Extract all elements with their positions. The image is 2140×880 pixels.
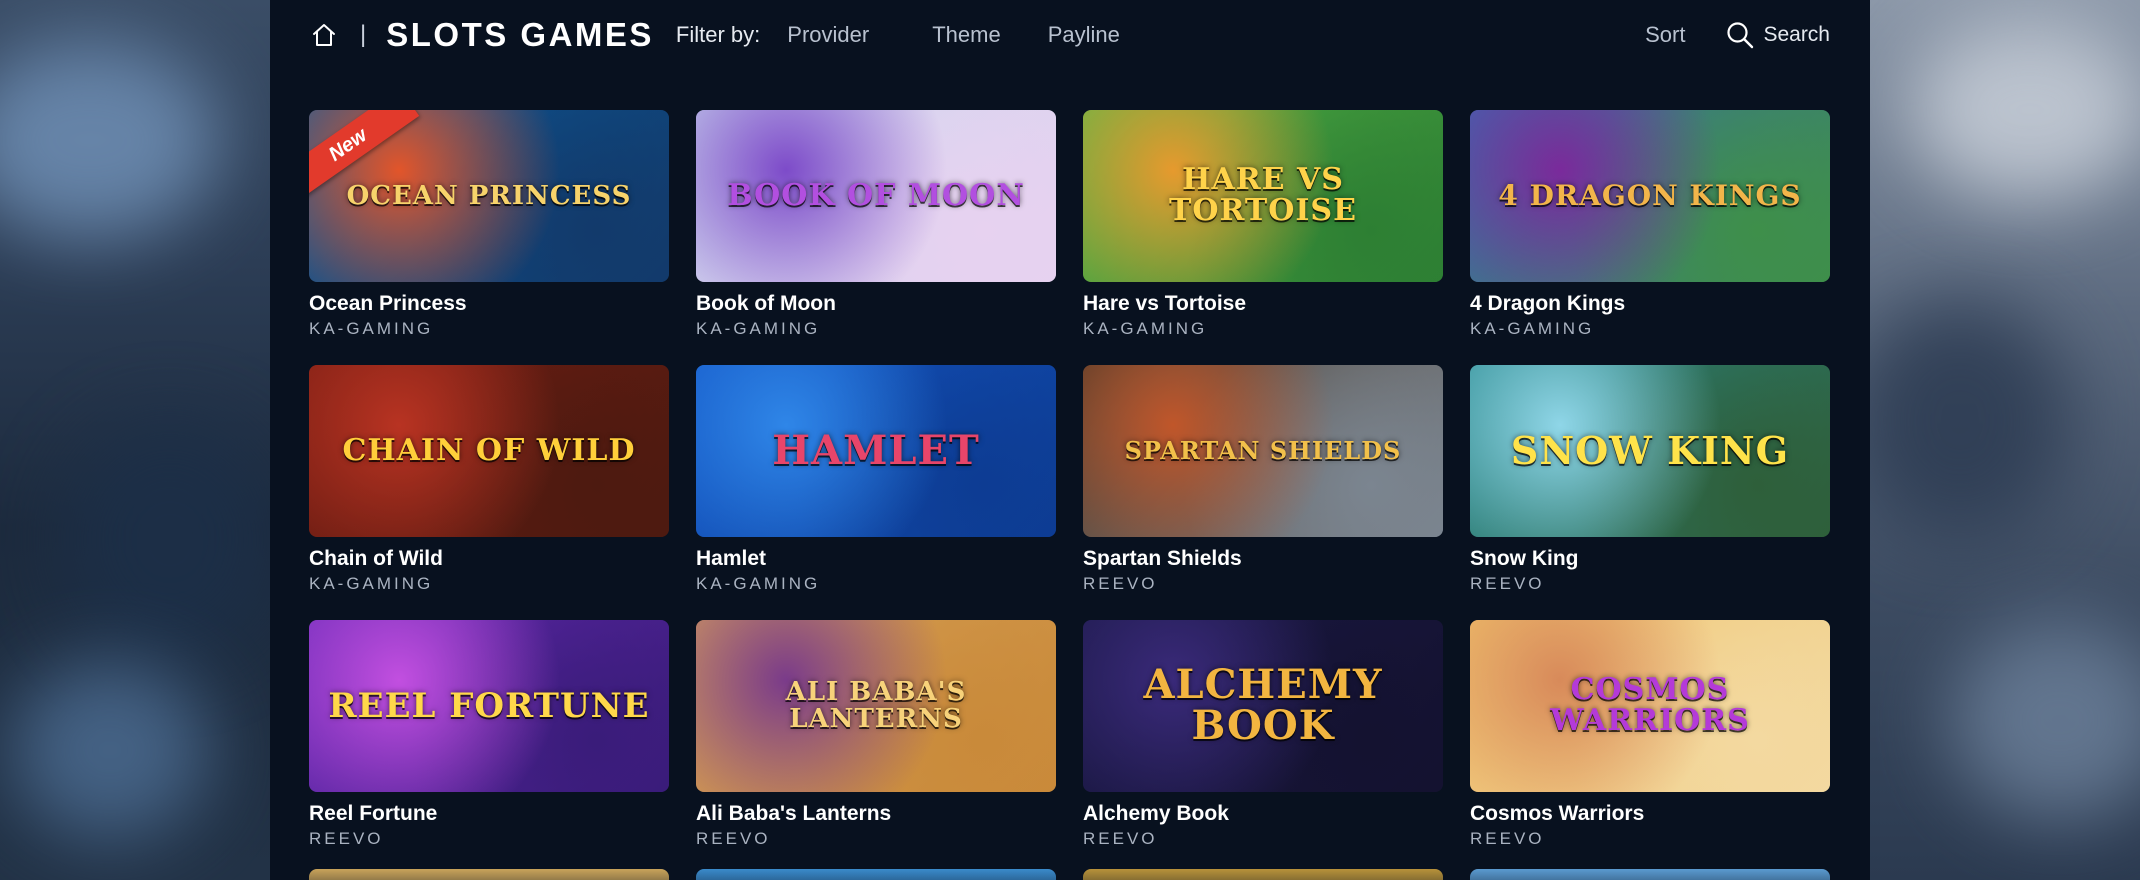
game-title[interactable]: Reel Fortune — [309, 802, 669, 826]
game-card[interactable]: Chain of Wild Chain of Wild KA-GAMING — [309, 365, 669, 594]
game-provider: KA-GAMING — [309, 574, 434, 593]
game-thumbnail-partial[interactable] — [1083, 869, 1443, 880]
sort-button[interactable]: Sort — [1645, 22, 1685, 48]
game-provider: REEVO — [1470, 829, 1545, 848]
game-thumbnail[interactable]: OCEAN PRINCESS New — [309, 110, 669, 282]
search-icon — [1727, 22, 1754, 49]
game-provider: KA-GAMING — [696, 319, 821, 338]
game-card[interactable]: COSMOS WARRIORS Cosmos Warriors REEVO — [1470, 620, 1830, 849]
game-title[interactable]: Hamlet — [696, 547, 1056, 571]
game-provider: KA-GAMING — [1470, 319, 1595, 338]
background-right — [1870, 0, 2140, 880]
game-thumbnail[interactable]: Ali Baba's Lanterns — [696, 620, 1056, 792]
game-card[interactable]: 4 DRAGON KINGS 4 Dragon Kings KA-GAMING — [1470, 110, 1830, 339]
game-thumbnail[interactable]: REEL FORTUNE — [309, 620, 669, 792]
game-logo: REEL FORTUNE — [328, 685, 650, 726]
game-card[interactable]: Book of Moon Book of Moon KA-GAMING — [696, 110, 1056, 339]
game-card[interactable]: OCEAN PRINCESS New Ocean Princess KA-GAMING — [309, 110, 669, 339]
game-thumbnail[interactable]: ALCHEMY BOOK — [1083, 620, 1443, 792]
game-logo: 4 DRAGON KINGS — [1498, 178, 1802, 212]
game-thumbnail[interactable]: HAMLET — [696, 365, 1056, 537]
game-card[interactable]: ALCHEMY BOOK Alchemy Book REEVO — [1083, 620, 1443, 849]
game-title[interactable]: Snow King — [1470, 547, 1830, 571]
game-provider: REEVO — [696, 829, 771, 848]
game-thumbnail[interactable]: Book of Moon — [696, 110, 1056, 282]
game-title[interactable]: Ali Baba's Lanterns — [696, 802, 1056, 826]
page-title: SLOTS GAMES — [386, 16, 654, 53]
game-thumbnail[interactable]: COSMOS WARRIORS — [1470, 620, 1830, 792]
game-logo: Ali Baba's Lanterns — [785, 677, 967, 734]
game-logo: HARE VS TORTOISE — [1169, 162, 1357, 228]
game-thumbnail-partial[interactable] — [696, 869, 1056, 880]
search-label: Search — [1763, 23, 1830, 46]
game-thumbnail[interactable]: SNOW KING — [1470, 365, 1830, 537]
game-thumbnail[interactable]: Chain of Wild — [309, 365, 669, 537]
game-title[interactable]: Ocean Princess — [309, 292, 669, 316]
game-provider: KA-GAMING — [1083, 319, 1208, 338]
game-logo: Chain of Wild — [342, 432, 636, 468]
game-card[interactable]: HARE VS TORTOISE Hare vs Tortoise KA-GAMIN… — [1083, 110, 1443, 339]
background-left — [0, 0, 270, 880]
game-card[interactable]: SPARTAN SHIELDS Spartan Shields REEVO — [1083, 365, 1443, 594]
game-card[interactable]: SNOW KING Snow King REEVO — [1470, 365, 1830, 594]
game-logo: COSMOS WARRIORS — [1550, 672, 1750, 738]
game-provider: REEVO — [1470, 574, 1545, 593]
top-bar: | SLOTS GAMES Filter by: Provider Theme … — [310, 0, 1830, 70]
game-thumbnail[interactable]: SPARTAN SHIELDS — [1083, 365, 1443, 537]
game-thumbnail[interactable]: HARE VS TORTOISE — [1083, 110, 1443, 282]
game-title[interactable]: Alchemy Book — [1083, 802, 1443, 826]
game-logo: OCEAN PRINCESS — [346, 180, 632, 211]
games-panel: | SLOTS GAMES Filter by: Provider Theme … — [270, 0, 1870, 880]
game-logo: SNOW KING — [1510, 427, 1790, 473]
game-title[interactable]: Spartan Shields — [1083, 547, 1443, 571]
game-provider: REEVO — [1083, 829, 1158, 848]
filter-theme[interactable]: Theme — [932, 22, 1000, 48]
game-card[interactable]: REEL FORTUNE Reel Fortune REEVO — [309, 620, 669, 849]
game-card[interactable]: Ali Baba's Lanterns Ali Baba's Lanterns RE… — [696, 620, 1056, 849]
game-provider: KA-GAMING — [309, 319, 434, 338]
game-logo: Book of Moon — [727, 177, 1025, 213]
game-title[interactable]: 4 Dragon Kings — [1470, 292, 1830, 316]
game-title[interactable]: Chain of Wild — [309, 547, 669, 571]
search-button[interactable]: Search — [1725, 20, 1830, 50]
game-title[interactable]: Book of Moon — [696, 292, 1056, 316]
game-title[interactable]: Cosmos Warriors — [1470, 802, 1830, 826]
game-logo: SPARTAN SHIELDS — [1124, 435, 1402, 465]
game-provider: REEVO — [309, 829, 384, 848]
game-logo: ALCHEMY BOOK — [1143, 661, 1383, 749]
game-provider: REEVO — [1083, 574, 1158, 593]
game-provider: KA-GAMING — [696, 574, 821, 593]
game-card[interactable]: HAMLET Hamlet KA-GAMING — [696, 365, 1056, 594]
filter-provider[interactable]: Provider — [787, 22, 869, 48]
game-logo: HAMLET — [772, 426, 980, 474]
game-title[interactable]: Hare vs Tortoise — [1083, 292, 1443, 316]
game-thumbnail[interactable]: 4 DRAGON KINGS — [1470, 110, 1830, 282]
filter-payline[interactable]: Payline — [1048, 22, 1120, 48]
game-thumbnail-partial[interactable] — [309, 869, 669, 880]
game-grid: OCEAN PRINCESS New Ocean Princess KA-GAMING… — [309, 110, 1831, 849]
home-icon[interactable] — [310, 21, 338, 49]
game-thumbnail-partial[interactable] — [1470, 869, 1830, 880]
title-separator: | — [360, 21, 367, 48]
filter-label: Filter by: — [675, 22, 761, 47]
next-row-preview — [309, 869, 1830, 880]
